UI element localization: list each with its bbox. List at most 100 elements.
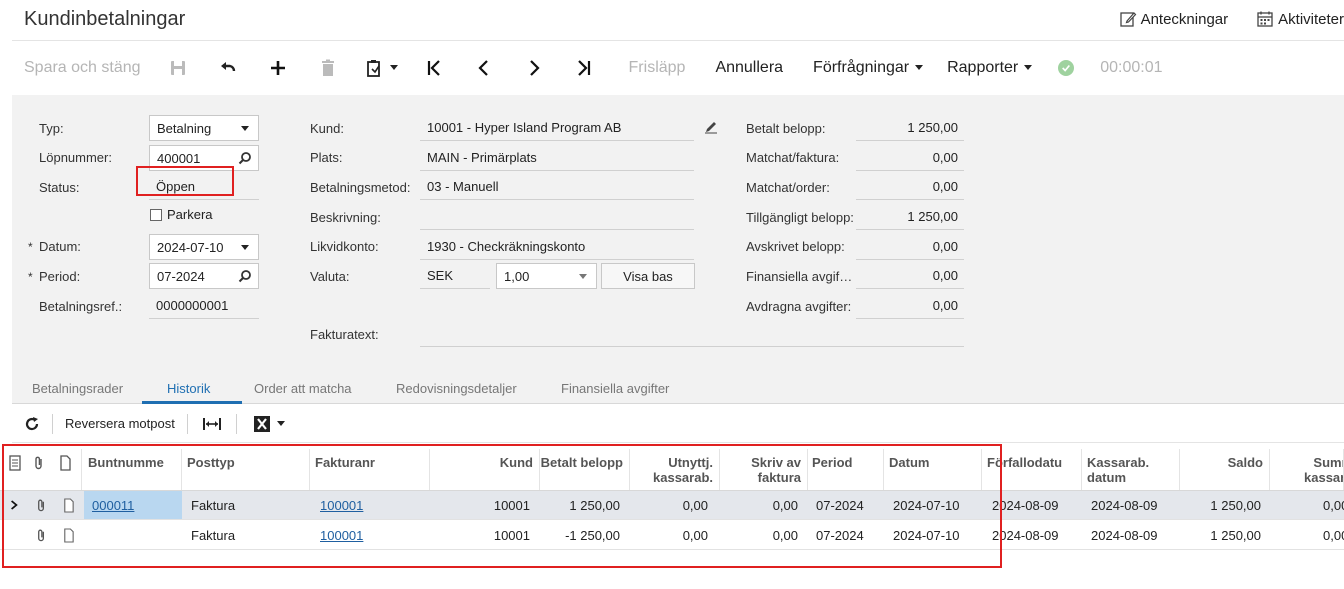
first-icon [427,59,440,76]
save-button[interactable] [153,58,203,78]
add-button[interactable] [253,58,303,78]
finansiella-value: 0,00 [932,268,958,283]
activities-link[interactable]: Aktiviteter [1256,10,1344,28]
calendar-icon [1257,11,1273,27]
table-row[interactable]: 000011 Faktura 100001 10001 1 250,00 0,0… [0,491,1344,520]
col-period[interactable]: Period [808,449,884,490]
cell-fakturanr[interactable]: 100001 [310,521,430,549]
status-label: Status: [39,180,80,195]
release-button[interactable]: Frisläpp [609,59,698,77]
table-row[interactable]: Faktura 100001 10001 -1 250,00 0,00 0,00… [0,521,1344,550]
kund-field[interactable]: 10001 - Hyper Island Program AB [420,115,694,141]
visa-bas-button[interactable]: Visa bas [601,263,695,289]
cancel-button[interactable]: Annullera [697,59,801,77]
top-links: Anteckningar Aktiviteter [1119,10,1344,28]
reports-menu[interactable]: Rapporter [935,59,1044,77]
undo-button[interactable] [203,58,253,78]
last-record-button[interactable] [559,58,609,78]
row-icons-header [8,449,30,490]
cell-buntnummer[interactable]: 000011 [84,491,182,519]
valuta-rate-select[interactable]: 1,00 [496,263,597,289]
paperclip-icon[interactable] [35,521,49,549]
cell-fakturanr[interactable]: 100001 [310,491,430,519]
typ-select[interactable]: Betalning [149,115,259,141]
delete-button[interactable] [303,58,353,78]
col-kund[interactable]: Kund [430,449,540,490]
previous-record-button[interactable] [459,58,509,78]
tab-order-att-matcha[interactable]: Order att matcha [254,381,352,396]
lopnummer-field[interactable]: 400001 [149,145,259,171]
fit-columns-button[interactable] [188,405,236,442]
fakturatext-field[interactable] [420,321,964,347]
col-saldo[interactable]: Saldo [1180,449,1270,490]
period-field[interactable]: 07-2024 [149,263,259,289]
avskrivet-label: Avskrivet belopp: [746,239,845,254]
tab-historik[interactable]: Historik [167,381,210,396]
col-betalt-belopp[interactable]: Betalt belopp [540,449,630,490]
plats-field[interactable]: MAIN - Primärplats [420,145,694,171]
cell-saldo: 1 250,00 [1210,497,1261,513]
checkbox-box[interactable] [150,208,162,221]
col-buntnummer[interactable]: Buntnumme [82,449,182,490]
buntnummer-link[interactable]: 000011 [92,498,134,513]
cell-betalt-belopp: -1 250,00 [565,527,620,543]
col-posttyp[interactable]: Posttyp [182,449,310,490]
paperclip-icon[interactable] [35,491,49,519]
col-kassarab-datum[interactable]: Kassarab. datum [1082,449,1180,490]
valuta-field[interactable]: SEK [420,263,490,289]
col-datum[interactable]: Datum [884,449,982,490]
cell-kassarab-datum: 2024-08-09 [1091,527,1158,543]
col-summa[interactable]: Summa kassarab [1270,449,1344,490]
inquiries-menu[interactable]: Förfrågningar [801,59,935,77]
export-excel-button[interactable] [237,405,301,442]
reverse-button[interactable]: Reversera motpost [53,405,187,442]
search-icon[interactable] [238,151,252,165]
betref-field[interactable]: 0000000001 [149,293,259,319]
col-fakturanr[interactable]: Fakturanr [310,449,430,490]
chevron-down-icon [576,269,590,283]
avskrivet-value: 0,00 [932,239,958,254]
tab-betalningsrader[interactable]: Betalningsrader [32,381,123,396]
fakturanr-link[interactable]: 100001 [320,498,363,513]
datum-field[interactable]: 2024-07-10 [149,234,259,260]
parkera-checkbox[interactable]: Parkera [150,207,213,222]
visa-bas-label: Visa bas [623,268,673,284]
cell-summa: 0,00 [1323,527,1344,543]
last-icon [577,59,590,76]
activities-label: Aktiviteter [1278,10,1344,28]
copy-paste-button[interactable] [353,58,409,78]
search-icon[interactable] [238,269,252,283]
status-field: Öppen [149,174,259,200]
notes-link[interactable]: Anteckningar [1119,10,1228,28]
matchat-order-value: 0,00 [932,179,958,194]
col-forfallo[interactable]: Förfallodatu [982,449,1082,490]
cell-kund: 10001 [493,527,530,543]
fakturanr-link[interactable]: 100001 [320,528,363,543]
likvid-field[interactable]: 1930 - Checkräkningskonto [420,234,694,260]
col-utnyttj[interactable]: Utnyttj. kassarab. [630,449,720,490]
tab-redovisningsdetaljer[interactable]: Redovisningsdetaljer [396,381,517,396]
document-icon[interactable] [62,521,76,549]
plats-value: MAIN - Primärplats [427,150,537,165]
save-close-button[interactable]: Spara och stäng [12,59,153,77]
first-record-button[interactable] [409,58,459,78]
beskrivning-label: Beskrivning: [310,210,381,225]
fit-width-icon [202,417,221,430]
cell-skriv-av: 0,00 [772,527,798,543]
grid-header: Buntnumme Posttyp Fakturanr Kund Betalt … [0,449,1344,491]
chevron-down-icon[interactable] [238,240,252,254]
cell-kassarab-datum: 2024-08-09 [1091,497,1158,513]
chevron-right-icon [529,59,540,76]
next-record-button[interactable] [509,58,559,78]
col-skriv-av[interactable]: Skriv av faktura [720,449,808,490]
betmetod-field[interactable]: 03 - Manuell [420,174,694,200]
cell-buntnummer [84,521,182,549]
pencil-icon[interactable] [704,120,718,137]
refresh-icon [25,416,39,430]
refresh-button[interactable] [12,405,52,442]
betalt-value: 1 250,00 [907,120,958,135]
matchat-order-label: Matchat/order: [746,180,830,195]
beskrivning-field[interactable] [420,204,694,230]
document-icon[interactable] [62,491,76,519]
tab-finansiella-avgifter[interactable]: Finansiella avgifter [561,381,669,396]
